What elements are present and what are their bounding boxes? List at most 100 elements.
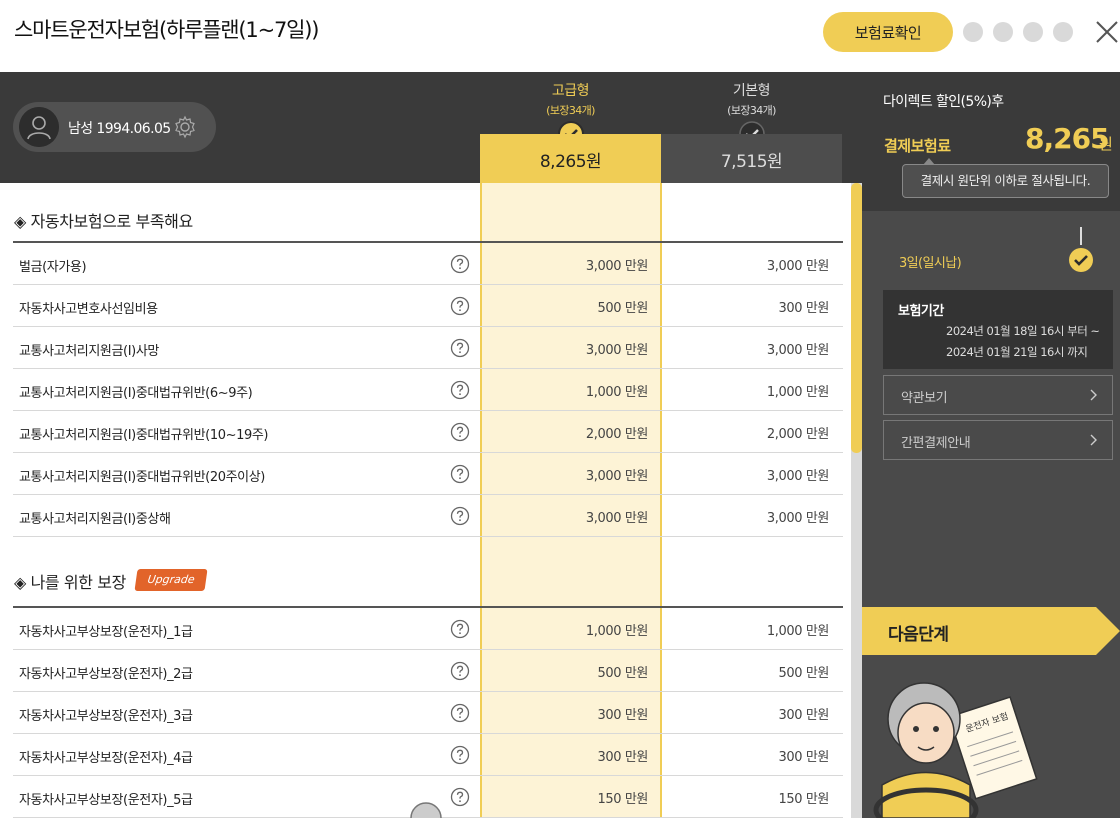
coverage-label: 자동차사고부상보장(운전자)_3급	[19, 709, 193, 724]
question-circle-icon[interactable]	[450, 661, 470, 681]
step-dot-2	[993, 22, 1013, 42]
insurance-period: 보험기간 2024년 01월 18일 16시 부터 ~ 2024년 01월 21…	[883, 290, 1113, 369]
check-circle-icon[interactable]	[1068, 247, 1094, 273]
premium-plan-value: 500 만원	[597, 666, 649, 681]
plan-basic-coverage: (보장34개)	[727, 104, 776, 117]
premium-plan-value: 2,000 만원	[585, 427, 648, 442]
discount-label: 다이렉트 할인(5%)후	[883, 94, 1004, 110]
section-title: ◈ 자동차보험으로 부족해요	[14, 212, 193, 231]
question-circle-icon[interactable]	[450, 506, 470, 526]
plan-premium-name: 고급형	[551, 83, 590, 99]
coverage-label: 교통사고처리지원금(I)중대법규위반(6~9주)	[19, 386, 253, 401]
table-row: 자동차사고부상보장(운전자)_1급 1,000 만원 1,000 만원	[13, 608, 843, 650]
table-row: 자동차사고부상보장(운전자)_2급 500 만원 500 만원	[13, 650, 843, 692]
rounding-tooltip: 결제시 원단위 이하로 절사됩니다.	[902, 158, 1109, 198]
coverage-label: 자동차사고부상보장(운전자)_5급	[19, 793, 193, 808]
basic-plan-value: 3,000 만원	[766, 511, 829, 526]
section-title: ◈ 나를 위한 보장	[14, 573, 126, 592]
premium-plan-value: 500 만원	[597, 301, 649, 316]
plan-basic-name: 기본형	[732, 83, 771, 99]
question-circle-icon[interactable]	[450, 380, 470, 400]
coverage-label: 교통사고처리지원금(I)사망	[19, 344, 159, 359]
plan-premium-coverage: (보장34개)	[546, 104, 595, 117]
coverage-table: ◈ 자동차보험으로 부족해요 벌금(자가용) 3,000 만원 3,000 만원 자동…	[0, 183, 862, 818]
table-row: 벌금(자가용) 3,000 만원 3,000 만원	[13, 243, 843, 285]
premium-plan-value: 300 만원	[597, 750, 649, 765]
table-row: 교통사고처리지원금(I)중상해 3,000 만원 3,000 만원	[13, 495, 843, 537]
plan-header-band: 남성 1994.06.05 고급형 (보장34개) 8,265원 기본형 (보장…	[0, 72, 862, 183]
question-circle-icon[interactable]	[450, 464, 470, 484]
coverage-label: 자동차사고부상보장(운전자)_2급	[19, 667, 193, 682]
basic-plan-value: 1,000 만원	[766, 385, 829, 400]
basic-plan-value: 300 만원	[778, 301, 830, 316]
header-bar: 스마트운전자보험(하루플랜(1~7일)) 보험료확인	[0, 0, 1120, 72]
basic-plan-value: 2,000 만원	[766, 427, 829, 442]
basic-plan-value: 3,000 만원	[766, 469, 829, 484]
terms-button[interactable]: 약관보기	[883, 375, 1113, 415]
chevron-right-icon	[1090, 434, 1097, 446]
question-circle-icon[interactable]	[450, 254, 470, 274]
table-row: 자동차사고부상보장(운전자)_4급 300 만원 300 만원	[13, 734, 843, 776]
basic-plan-value: 3,000 만원	[766, 343, 829, 358]
payment-sidebar: 다이렉트 할인(5%)후 결제보험료 8,265 원 결제시 원단위 이하로 절…	[862, 72, 1120, 818]
step-dot-3	[1023, 22, 1043, 42]
gear-icon[interactable]	[173, 115, 197, 139]
close-icon[interactable]	[1094, 19, 1120, 45]
payment-unit: 원	[1099, 135, 1113, 153]
basic-plan-value: 300 만원	[778, 708, 830, 723]
basic-plan-value: 1,000 만원	[766, 624, 829, 639]
coverage-label: 자동차사고부상보장(운전자)_4급	[19, 751, 193, 766]
basic-plan-value: 500 만원	[778, 666, 830, 681]
basic-plan-value: 300 만원	[778, 750, 830, 765]
period-label: 보험기간	[898, 304, 944, 319]
step-dot-4	[1053, 22, 1073, 42]
driver-illustration: 운전자 보험	[873, 682, 1038, 818]
premium-plan-value: 1,000 만원	[585, 624, 648, 639]
table-row: 자동차사고부상보장(운전자)_3급 300 만원 300 만원	[13, 692, 843, 734]
premium-plan-value: 3,000 만원	[585, 469, 648, 484]
upgrade-badge: Upgrade	[134, 569, 208, 591]
question-circle-icon[interactable]	[450, 422, 470, 442]
coverage-label: 교통사고처리지원금(I)중상해	[19, 512, 171, 527]
coverage-label: 자동차사고부상보장(운전자)_1급	[19, 625, 193, 640]
table-row: 교통사고처리지원금(I)중대법규위반(6~9주) 1,000 만원 1,000 만원	[13, 369, 843, 411]
question-circle-icon[interactable]	[450, 338, 470, 358]
premium-plan-value: 3,000 만원	[585, 511, 648, 526]
question-circle-icon[interactable]	[450, 703, 470, 723]
period-from: 2024년 01월 18일 16시 부터 ~	[946, 324, 1100, 338]
day-option-label[interactable]: 3일(일시납)	[899, 252, 962, 271]
basic-plan-value: 150 만원	[778, 792, 830, 807]
basic-plan-value: 3,000 만원	[766, 259, 829, 274]
payment-label: 결제보험료	[884, 137, 951, 155]
question-circle-icon[interactable]	[450, 619, 470, 639]
coverage-label: 자동차사고변호사선임비용	[19, 302, 158, 317]
premium-check-button[interactable]: 보험료확인	[823, 12, 953, 52]
user-gender-birth: 남성 1994.06.05	[68, 121, 171, 137]
easy-pay-button-label: 간편결제안내	[901, 436, 971, 451]
coverage-label: 교통사고처리지원금(I)중대법규위반(20주이상)	[19, 470, 265, 485]
question-circle-icon[interactable]	[450, 787, 470, 807]
next-step-label: 다음단계	[888, 625, 949, 645]
plan-basic-price[interactable]: 7,515원	[661, 134, 842, 183]
coverage-label: 교통사고처리지원금(I)중대법규위반(10~19주)	[19, 428, 269, 443]
scrollbar-thumb[interactable]	[851, 183, 862, 453]
table-row: 자동차사고변호사선임비용 500 만원 300 만원	[13, 285, 843, 327]
plan-premium-price[interactable]: 8,265원	[480, 134, 661, 183]
terms-button-label: 약관보기	[901, 391, 948, 406]
question-circle-icon[interactable]	[450, 296, 470, 316]
step-dot-1	[963, 22, 983, 42]
table-row: 교통사고처리지원금(I)중대법규위반(20주이상) 3,000 만원 3,000 만…	[13, 453, 843, 495]
user-icon	[19, 107, 59, 147]
easy-pay-button[interactable]: 간편결제안내	[883, 420, 1113, 460]
day-connector	[1080, 227, 1082, 245]
premium-plan-value: 150 만원	[597, 792, 649, 807]
premium-plan-value: 3,000 만원	[585, 343, 648, 358]
premium-plan-value: 300 만원	[597, 708, 649, 723]
table-row: 교통사고처리지원금(I)사망 3,000 만원 3,000 만원	[13, 327, 843, 369]
next-step-button[interactable]: 다음단계	[862, 607, 1120, 655]
question-circle-icon[interactable]	[450, 745, 470, 765]
payment-amount: 8,265	[1025, 122, 1110, 155]
premium-plan-value: 3,000 만원	[585, 259, 648, 274]
period-to: 2024년 01월 21일 16시 까지	[946, 345, 1088, 359]
character-icon	[410, 802, 442, 818]
